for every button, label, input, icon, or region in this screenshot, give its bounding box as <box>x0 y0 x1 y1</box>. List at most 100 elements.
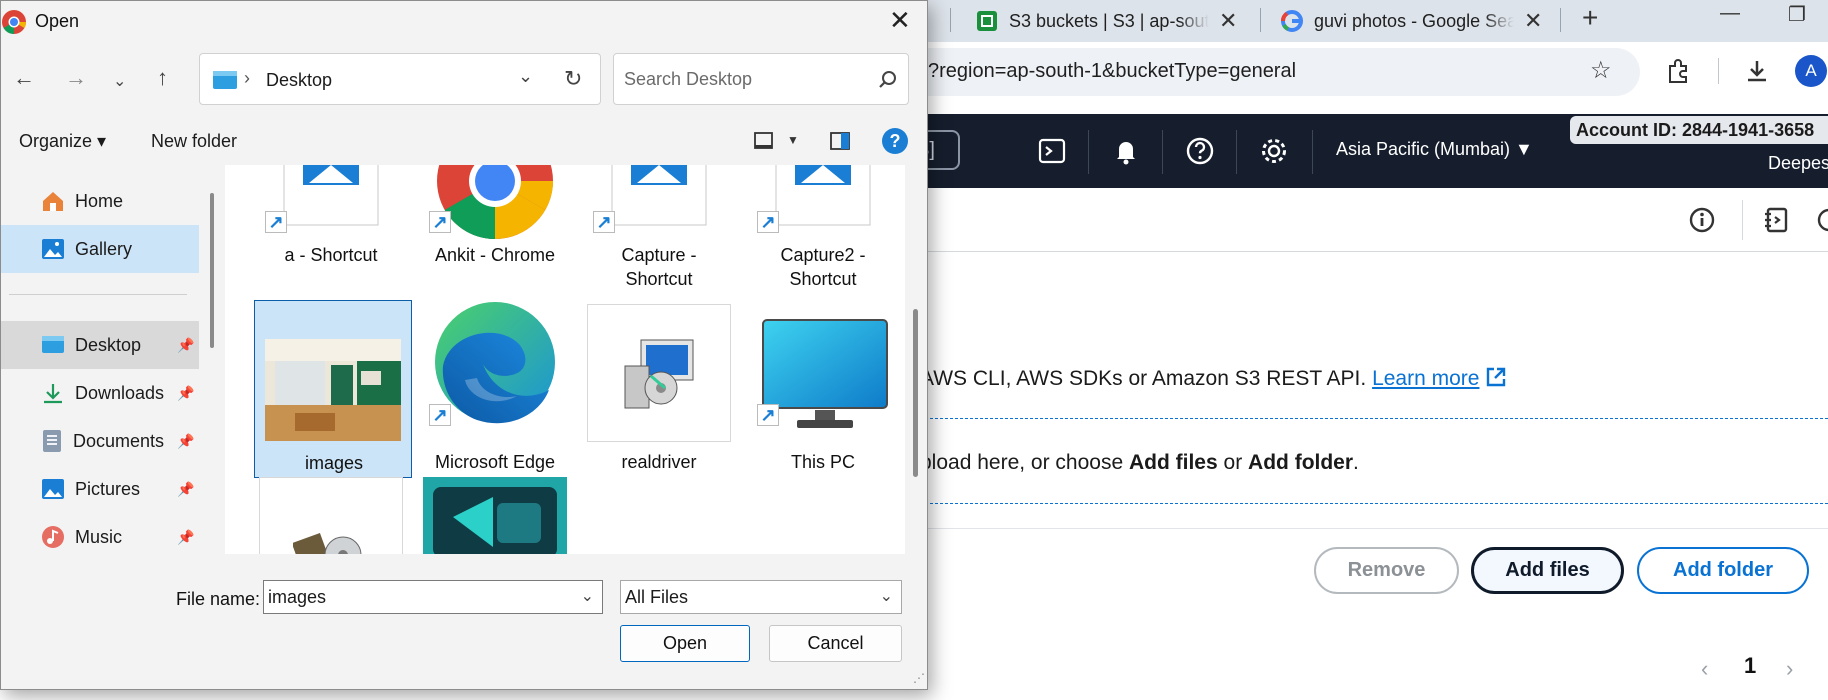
cloudshell-icon[interactable] <box>1037 136 1067 166</box>
chrome-app-icon <box>2 10 27 34</box>
file-item-images[interactable]: images <box>254 300 412 478</box>
cancel-button[interactable]: Cancel <box>769 625 902 662</box>
forward-arrow-icon[interactable]: → <box>65 65 87 91</box>
navigation-pane: Home Gallery Desktop 📌 Downloads 📌 Docum… <box>1 161 201 554</box>
view-dropdown-icon[interactable]: ▼ <box>787 133 799 147</box>
add-folder-button[interactable]: Add folder <box>1637 547 1809 594</box>
drop-end-text: . <box>1353 451 1359 474</box>
tab-google-search[interactable]: guvi photos - Google Search ✕ <box>1280 0 1542 42</box>
file-item-ankit-chrome[interactable]: ↗ Ankit - Chrome <box>423 165 567 285</box>
pin-icon[interactable]: 📌 <box>177 385 194 402</box>
external-link-icon[interactable] <box>1485 366 1507 388</box>
add-files-button[interactable]: Add files <box>1471 547 1624 594</box>
breadcrumb-desktop[interactable]: Desktop <box>266 70 332 91</box>
restore-icon[interactable]: ❐ <box>1788 2 1806 27</box>
back-arrow-icon[interactable]: ← <box>13 65 35 91</box>
user-menu[interactable]: Deepes <box>1768 153 1828 174</box>
pin-icon[interactable]: 📌 <box>177 529 194 546</box>
image-file-icon <box>611 165 707 226</box>
shortcut-arrow-icon: ↗ <box>757 211 779 233</box>
pin-icon[interactable]: 📌 <box>177 337 194 354</box>
notifications-bell-icon[interactable] <box>1111 136 1141 166</box>
search-placeholder[interactable]: Search Desktop <box>624 69 752 90</box>
file-item-capture-shortcut[interactable]: ↗ Capture - Shortcut <box>587 165 731 305</box>
tab-close-icon[interactable]: ✕ <box>1524 8 1542 34</box>
file-type-value[interactable]: All Files <box>625 587 688 607</box>
url-text[interactable]: ?region=ap-south-1&bucketType=general <box>928 60 1296 83</box>
address-breadcrumb[interactable]: › Desktop ⌄ ↻ <box>199 53 601 105</box>
notes-icon[interactable] <box>1762 206 1790 234</box>
account-id-badge[interactable]: Account ID: 2844-1941-3658 <box>1570 116 1828 144</box>
nav-item-home[interactable]: Home <box>1 177 199 225</box>
image-file-icon <box>775 165 871 226</box>
refresh-icon[interactable]: ↻ <box>564 66 582 92</box>
settings-gear-icon[interactable] <box>1259 136 1289 166</box>
pin-icon[interactable]: 📌 <box>177 481 194 498</box>
nav-item-pictures[interactable]: Pictures 📌 <box>1 465 199 513</box>
shortcut-arrow-icon: ↗ <box>265 211 287 233</box>
remove-button[interactable]: Remove <box>1314 547 1459 594</box>
file-item-realdriver[interactable]: realdriver <box>587 300 731 478</box>
minimize-icon[interactable]: — <box>1720 2 1740 25</box>
bookmark-star-icon[interactable]: ☆ <box>1590 56 1612 85</box>
desktop-icon <box>42 336 64 353</box>
image-file-icon <box>283 165 379 226</box>
tab-separator <box>1560 8 1561 32</box>
profile-avatar[interactable]: A <box>1795 55 1827 87</box>
shortcut-arrow-icon: ↗ <box>429 404 451 426</box>
file-name-dropdown-icon[interactable]: ⌄ <box>581 586 594 606</box>
shortcut-arrow-icon: ↗ <box>757 404 779 426</box>
open-button[interactable]: Open <box>620 625 750 662</box>
extensions-icon[interactable] <box>1665 58 1691 84</box>
path-dropdown-icon[interactable]: ⌄ <box>518 66 533 87</box>
region-selector[interactable]: Asia Pacific (Mumbai) ▼ <box>1336 139 1533 160</box>
up-arrow-icon[interactable]: ↑ <box>157 65 168 91</box>
file-item-video-editor[interactable] <box>423 477 567 554</box>
resize-grip-icon[interactable]: ⋰ <box>913 671 925 685</box>
nav-item-gallery[interactable]: Gallery <box>1 225 199 273</box>
help-icon[interactable]: ? <box>882 128 908 154</box>
edge-icon <box>435 302 555 424</box>
help-icon[interactable] <box>1185 136 1215 166</box>
nav-item-desktop[interactable]: Desktop 📌 <box>1 321 199 369</box>
file-type-dropdown-icon[interactable]: ⌄ <box>880 586 893 606</box>
settings-partial-icon[interactable] <box>1815 206 1828 234</box>
file-label: realdriver <box>621 452 697 472</box>
nav-item-music[interactable]: Music 📌 <box>1 513 199 554</box>
home-icon <box>43 192 63 211</box>
next-page-icon[interactable]: › <box>1786 656 1793 682</box>
nav-item-documents[interactable]: Documents 📌 <box>1 417 199 465</box>
nav-item-downloads[interactable]: Downloads 📌 <box>1 369 199 417</box>
close-icon[interactable]: ✕ <box>889 5 911 36</box>
file-type-select[interactable]: All Files ⌄ <box>620 580 902 614</box>
page-number[interactable]: 1 <box>1744 653 1756 679</box>
file-item-this-pc[interactable]: ↗ This PC <box>751 300 895 478</box>
file-item-capture2-shortcut[interactable]: ↗ Capture2 - Shortcut <box>751 165 895 305</box>
tab-s3-buckets[interactable]: S3 buckets | S3 | ap-south-1 ✕ <box>975 0 1237 42</box>
nav-separator <box>1088 130 1089 174</box>
preview-pane-icon[interactable] <box>829 131 851 151</box>
pin-icon[interactable]: 📌 <box>177 433 194 450</box>
learn-more-link[interactable]: Learn more <box>1372 367 1479 390</box>
new-folder-button[interactable]: New folder <box>151 131 237 152</box>
file-item-microsoft-edge[interactable]: ↗ Microsoft Edge <box>423 300 567 478</box>
recent-locations-chevron-icon[interactable]: ⌄ <box>113 71 126 91</box>
documents-icon <box>43 430 61 452</box>
nav-pane-scrollbar[interactable] <box>210 193 214 348</box>
download-icon[interactable] <box>1744 58 1770 84</box>
file-item-media-player[interactable] <box>259 477 403 554</box>
file-item-a-shortcut[interactable]: ↗ a - Shortcut <box>259 165 403 285</box>
prev-page-icon[interactable]: ‹ <box>1701 656 1708 682</box>
tab-close-icon[interactable]: ✕ <box>1219 8 1237 34</box>
drop-zone-border-top <box>925 418 1828 419</box>
search-icon[interactable] <box>878 70 898 90</box>
file-name-value[interactable]: images <box>268 587 326 607</box>
view-options-icon[interactable] <box>753 131 775 151</box>
organize-menu[interactable]: Organize ▾ <box>19 131 106 152</box>
new-tab-icon[interactable]: + <box>1582 2 1598 34</box>
file-name-input[interactable]: images ⌄ <box>263 580 603 614</box>
info-icon[interactable] <box>1688 206 1716 234</box>
file-list-scrollbar[interactable] <box>913 309 918 477</box>
search-box[interactable]: Search Desktop <box>613 53 909 105</box>
this-pc-monitor-icon <box>762 319 888 428</box>
